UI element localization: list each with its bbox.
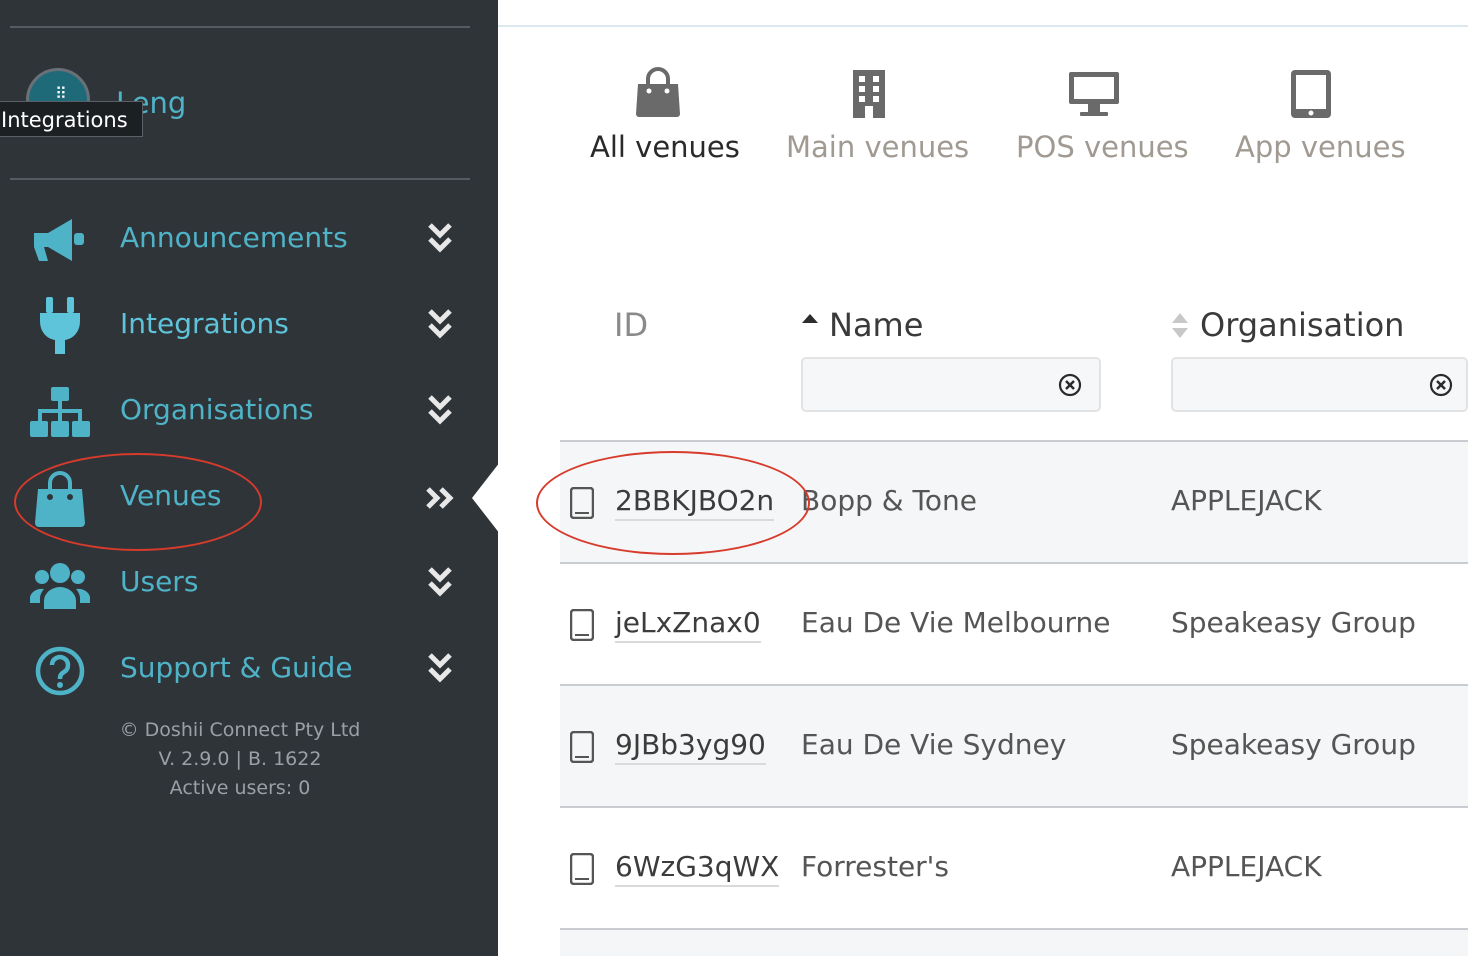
- clear-icon[interactable]: [1058, 373, 1082, 397]
- column-header-organisation[interactable]: Organisation: [1200, 306, 1404, 344]
- chevron-double-down-icon[interactable]: [424, 561, 456, 607]
- active-pointer: [472, 462, 500, 534]
- organisation-filter-input[interactable]: [1171, 357, 1468, 412]
- annotation-circle: [536, 451, 810, 555]
- sidebar-item-users[interactable]: Users: [0, 545, 498, 625]
- venue-id-link[interactable]: 6WzG3qWX: [615, 850, 780, 887]
- sidebar: ⠿ Leng Integrations Announcements Integr…: [0, 0, 500, 956]
- venue-name: Forrester's: [801, 850, 949, 883]
- table-row[interactable]: [560, 930, 1468, 956]
- venue-organisation: APPLEJACK: [1171, 850, 1322, 883]
- venue-name: Eau De Vie Melbourne: [801, 606, 1111, 639]
- venue-organisation: Speakeasy Group: [1171, 606, 1416, 639]
- avatar-dots-icon: ⠿: [55, 84, 68, 103]
- tab-label: POS venues: [1016, 130, 1189, 164]
- chevron-double-right-icon[interactable]: [424, 475, 456, 521]
- venue-organisation: APPLEJACK: [1171, 484, 1322, 517]
- venue-organisation: Speakeasy Group: [1171, 728, 1416, 761]
- tab-label: Main venues: [786, 130, 970, 164]
- tab-main-venues[interactable]: Main venues: [784, 66, 969, 176]
- venue-name: Bopp & Tone: [801, 484, 977, 517]
- sidebar-footer: © Doshii Connect Pty Ltd V. 2.9.0 | B. 1…: [0, 716, 480, 803]
- tooltip: Integrations: [0, 101, 143, 137]
- tab-app-venues[interactable]: App venues: [1233, 66, 1406, 176]
- name-filter-input[interactable]: [801, 357, 1101, 412]
- tab-all-venues[interactable]: All venues: [588, 66, 740, 176]
- clear-icon[interactable]: [1429, 373, 1453, 397]
- chevron-double-down-icon[interactable]: [424, 647, 456, 693]
- sort-icon[interactable]: [1172, 313, 1188, 339]
- chevron-double-down-icon[interactable]: [424, 303, 456, 349]
- divider: [10, 178, 470, 180]
- chevron-double-down-icon[interactable]: [424, 389, 456, 435]
- shopping-bag-icon: [636, 67, 680, 117]
- sidebar-item-label: Announcements: [120, 221, 348, 254]
- tablet-icon: [570, 609, 594, 641]
- sidebar-item-label: Support & Guide: [120, 651, 353, 684]
- sort-ascending-icon[interactable]: [802, 314, 818, 323]
- venue-id-link[interactable]: jeLxZnax0: [615, 606, 761, 643]
- desktop-icon: [1069, 72, 1119, 116]
- sitemap-icon: [30, 387, 90, 437]
- annotation-circle: [14, 453, 262, 551]
- tab-pos-venues[interactable]: POS venues: [1014, 66, 1189, 176]
- users-icon: [30, 563, 90, 609]
- sidebar-item-label: Integrations: [120, 307, 289, 340]
- copyright: © Doshii Connect Pty Ltd: [119, 719, 361, 741]
- table-row[interactable]: 9JBb3yg90 Eau De Vie Sydney Speakeasy Gr…: [560, 686, 1468, 806]
- sidebar-item-label: Users: [120, 565, 199, 598]
- divider: [498, 25, 1468, 27]
- table-row[interactable]: jeLxZnax0 Eau De Vie Melbourne Speakeasy…: [560, 564, 1468, 684]
- tab-label: App venues: [1235, 130, 1406, 164]
- building-icon: [853, 70, 885, 118]
- tablet-icon: [570, 731, 594, 763]
- plug-icon: [40, 297, 80, 354]
- column-header-id[interactable]: ID: [614, 306, 648, 344]
- active-users: Active users: 0: [169, 777, 311, 799]
- sidebar-item-announcements[interactable]: Announcements: [0, 201, 498, 281]
- venue-name: Eau De Vie Sydney: [801, 728, 1067, 761]
- sidebar-item-organisations[interactable]: Organisations: [0, 373, 498, 453]
- tablet-icon: [570, 853, 594, 885]
- sidebar-item-label: Organisations: [120, 393, 314, 426]
- tab-label: All venues: [590, 130, 740, 164]
- table-row[interactable]: 6WzG3qWX Forrester's APPLEJACK: [560, 808, 1468, 928]
- sidebar-item-integrations[interactable]: Integrations: [0, 287, 498, 367]
- megaphone-icon: [34, 219, 84, 261]
- version: V. 2.9.0 | B. 1622: [158, 748, 322, 770]
- question-circle-icon: [35, 646, 85, 696]
- divider: [10, 26, 470, 28]
- chevron-double-down-icon[interactable]: [424, 217, 456, 263]
- tablet-icon: [1291, 70, 1331, 118]
- venue-id-link[interactable]: 9JBb3yg90: [615, 728, 766, 765]
- sidebar-item-support[interactable]: Support & Guide: [0, 631, 498, 711]
- column-header-name[interactable]: Name: [829, 306, 923, 344]
